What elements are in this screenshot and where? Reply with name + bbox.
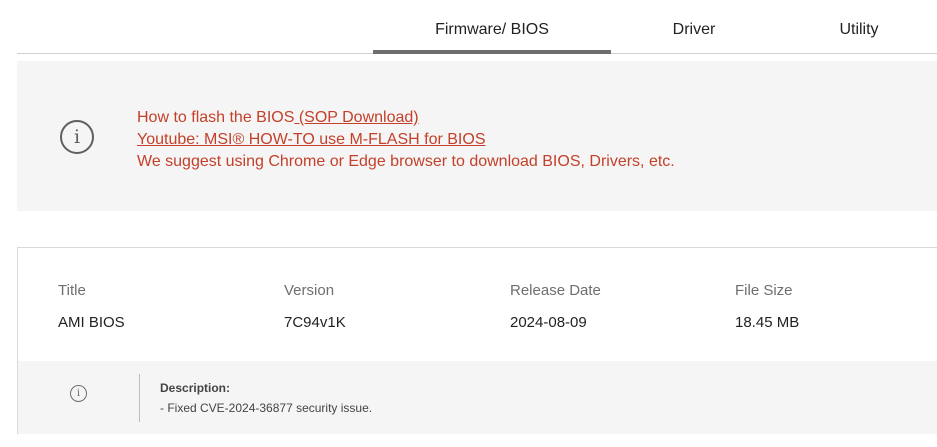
notice-text-block: How to flash the BIOS (SOP Download) You… — [137, 107, 675, 173]
tab-bar: Firmware/ BIOS Driver Utility — [0, 0, 937, 55]
file-size-value: 18.45 MB — [735, 314, 800, 331]
bios-download-card: Title AMI BIOS Version 7C94v1K Release D… — [17, 247, 937, 434]
browser-suggestion-text: We suggest using Chrome or Edge browser … — [137, 153, 675, 170]
tab-firmware-bios[interactable]: Firmware/ BIOS — [373, 21, 611, 39]
file-size-header: File Size — [735, 282, 793, 299]
sop-download-link[interactable]: (SOP Download) — [294, 109, 419, 126]
info-icon: i — [60, 120, 94, 154]
release-date-header: Release Date — [510, 282, 601, 299]
description-text: - Fixed CVE-2024-36877 security issue. — [160, 401, 373, 415]
description-divider — [139, 374, 140, 422]
tab-driver[interactable]: Driver — [634, 21, 754, 39]
title-value: AMI BIOS — [58, 314, 125, 331]
release-date-value: 2024-08-09 — [510, 314, 587, 331]
description-panel: i Description: - Fixed CVE-2024-36877 se… — [18, 361, 937, 434]
flash-bios-text: How to flash the BIOS — [137, 109, 295, 126]
active-tab-indicator — [373, 50, 611, 54]
title-header: Title — [58, 282, 86, 299]
version-value: 7C94v1K — [284, 314, 346, 331]
info-icon[interactable]: i — [70, 385, 87, 402]
version-header: Version — [284, 282, 335, 299]
notice-line-flash-guide: How to flash the BIOS (SOP Download) — [137, 107, 675, 129]
bios-notice-panel: i How to flash the BIOS (SOP Download) Y… — [17, 61, 937, 211]
youtube-mflash-link[interactable]: Youtube: MSI® HOW-TO use M-FLASH for BIO… — [137, 131, 486, 148]
description-label: Description: — [160, 381, 231, 395]
tab-utility[interactable]: Utility — [800, 21, 918, 39]
